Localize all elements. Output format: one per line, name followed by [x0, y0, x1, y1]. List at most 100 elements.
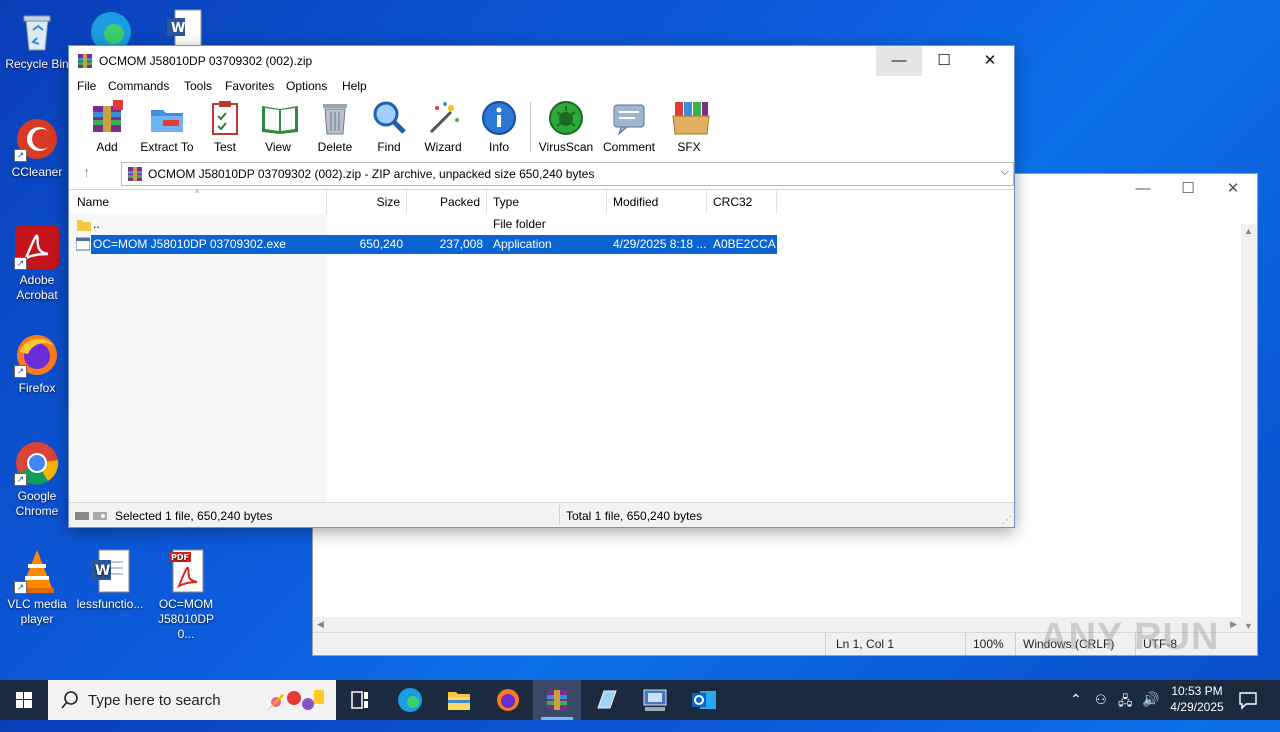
taskbar-computer[interactable]	[631, 680, 679, 720]
taskbar-edge[interactable]	[386, 680, 434, 720]
extract-to-button[interactable]: Extract To	[137, 98, 197, 156]
shortcut-arrow-icon: ↗	[14, 581, 27, 594]
scroll-right-icon[interactable]: ▶	[1230, 619, 1237, 630]
edge-desktop-icon[interactable]	[88, 6, 134, 52]
taskbar-outlook[interactable]	[680, 680, 728, 720]
find-button[interactable]: Find	[369, 98, 409, 156]
desktop-icon-label: Google Chrome	[15, 489, 59, 518]
clock-time: 10:53 PM	[1171, 684, 1223, 698]
taskbar-winrar[interactable]	[533, 680, 581, 720]
desktop-icon-word-document[interactable]: W lessfunctio...	[74, 548, 146, 612]
menu-file[interactable]: File	[77, 79, 96, 93]
scroll-up-icon[interactable]: ▲	[1244, 226, 1253, 236]
desktop-icon-firefox[interactable]: ↗ Firefox	[1, 332, 73, 396]
menu-options[interactable]: Options	[286, 79, 327, 93]
comment-icon	[611, 100, 647, 136]
pdf-document-icon: PDF	[163, 548, 209, 594]
desktop-icon-label: lessfunctio...	[76, 597, 144, 611]
extract-folder-icon	[149, 100, 185, 136]
view-button[interactable]: View	[256, 98, 300, 156]
shortcut-arrow-icon: ↗	[14, 149, 27, 162]
comment-button[interactable]: Comment	[601, 98, 657, 156]
info-label: Info	[488, 140, 509, 154]
desktop-icon-pdf-document[interactable]: PDF OC=MOM J58010DP 0...	[150, 548, 222, 642]
file-name: OC=MOM J58010DP 03709302.exe	[93, 237, 286, 251]
tray-network-icon[interactable]: 🖧	[1118, 692, 1136, 732]
status-selected: Selected 1 file, 650,240 bytes	[115, 509, 273, 523]
menu-commands[interactable]: Commands	[108, 79, 169, 93]
desktop-icon-label: Recycle Bin	[5, 57, 69, 71]
test-clipboard-icon	[207, 100, 243, 136]
column-header-packed[interactable]: Packed	[407, 190, 487, 214]
menu-tools[interactable]: Tools	[184, 79, 212, 93]
menu-bar: File Commands Tools Favorites Options He…	[69, 76, 1014, 96]
notification-icon[interactable]	[1238, 690, 1258, 730]
test-button[interactable]: Test	[205, 98, 245, 156]
file-name: ..	[93, 217, 100, 231]
winrar-archive-icon	[127, 166, 143, 182]
taskbar-file-explorer[interactable]	[435, 680, 483, 720]
column-header-size[interactable]: Size	[327, 190, 407, 214]
taskbar-search-box[interactable]: Type here to search	[48, 680, 336, 720]
file-packed: 237,008	[439, 237, 483, 251]
desktop-icon-adobe-acrobat[interactable]: ↗ Adobe Acrobat	[1, 224, 73, 303]
info-icon	[481, 100, 517, 136]
close-button[interactable]: ✕	[967, 46, 1013, 76]
minimize-button[interactable]: —	[876, 46, 922, 76]
windows-logo-icon	[16, 692, 32, 708]
delete-button[interactable]: Delete	[313, 98, 357, 156]
add-archive-icon	[89, 100, 125, 136]
watermark: ANY RUN	[1040, 616, 1220, 658]
chevron-down-icon[interactable]: ⌵	[1001, 166, 1009, 179]
minimize-button[interactable]: —	[1120, 174, 1166, 204]
tray-security-icon[interactable]: ⚇	[1095, 692, 1111, 732]
word-document-icon: W	[87, 548, 133, 594]
column-header-type[interactable]: Type	[487, 190, 607, 214]
archive-path-field[interactable]: OCMOM J58010DP 03709302 (002).zip - ZIP …	[121, 162, 1014, 186]
virusscan-label: VirusScan	[538, 140, 594, 154]
taskbar-notepad[interactable]	[582, 680, 630, 720]
recycle-bin-icon	[14, 8, 60, 54]
maximize-button[interactable]: ☐	[921, 46, 967, 76]
desktop-icon-label: Firefox	[18, 381, 56, 395]
wizard-button[interactable]: Wizard	[421, 98, 465, 156]
task-view-button[interactable]	[336, 680, 384, 720]
desktop-icon-recycle-bin[interactable]: Recycle Bin	[1, 8, 73, 72]
word-desktop-icon[interactable]: W	[165, 8, 205, 47]
tray-volume-icon[interactable]: 🔊	[1142, 691, 1160, 731]
clock[interactable]: 10:53 PM 4/29/2025	[1164, 680, 1230, 720]
desktop-icon-google-chrome[interactable]: ↗ Google Chrome	[1, 440, 73, 519]
virusscan-button[interactable]: VirusScan	[537, 98, 595, 156]
vertical-scrollbar[interactable]: ▲ ▼	[1241, 224, 1257, 633]
desktop-icon-vlc[interactable]: ↗ VLC media player	[1, 548, 73, 627]
file-type: File folder	[493, 217, 546, 231]
winrar-window[interactable]: OCMOM J58010DP 03709302 (002).zip — ☐ ✕ …	[68, 45, 1015, 528]
menu-favorites[interactable]: Favorites	[225, 79, 274, 93]
scroll-down-icon[interactable]: ▼	[1244, 621, 1253, 631]
computer-icon	[643, 689, 667, 711]
up-arrow-icon[interactable]: ↑	[83, 164, 90, 180]
info-button[interactable]: Info	[479, 98, 519, 156]
list-item-parent-folder[interactable]: .. File folder	[69, 215, 777, 234]
maximize-button[interactable]: ☐	[1165, 174, 1211, 204]
tray-chevron-up-icon[interactable]: ⌃	[1070, 691, 1086, 731]
file-list[interactable]: Name ^ Size Packed Type Modified CRC32 .…	[69, 188, 1014, 502]
column-header-crc32[interactable]: CRC32	[707, 190, 777, 214]
sfx-button[interactable]: SFX	[667, 98, 711, 156]
scroll-left-icon[interactable]: ◀	[317, 619, 324, 630]
menu-help[interactable]: Help	[342, 79, 367, 93]
svg-text:W: W	[95, 563, 110, 579]
taskbar-firefox[interactable]	[484, 680, 532, 720]
add-button[interactable]: Add	[85, 98, 129, 156]
close-button[interactable]: ✕	[1210, 174, 1256, 204]
title-bar[interactable]: OCMOM J58010DP 03709302 (002).zip — ☐ ✕	[69, 46, 1014, 76]
start-button[interactable]	[0, 680, 48, 720]
delete-label: Delete	[317, 140, 353, 154]
resize-grip-icon[interactable]: ⋰	[1002, 515, 1012, 526]
drive-icon	[75, 510, 109, 520]
taskbar: Type here to search ⌃ ⚇ 🖧 🔊 10:53 PM 4/2…	[0, 680, 1280, 720]
list-item-selected-file[interactable]: OC=MOM J58010DP 03709302.exe 650,240 237…	[91, 235, 777, 254]
sort-arrow-icon: ^	[195, 188, 200, 198]
desktop-icon-ccleaner[interactable]: ↗ CCleaner	[1, 116, 73, 180]
column-header-modified[interactable]: Modified	[607, 190, 707, 214]
